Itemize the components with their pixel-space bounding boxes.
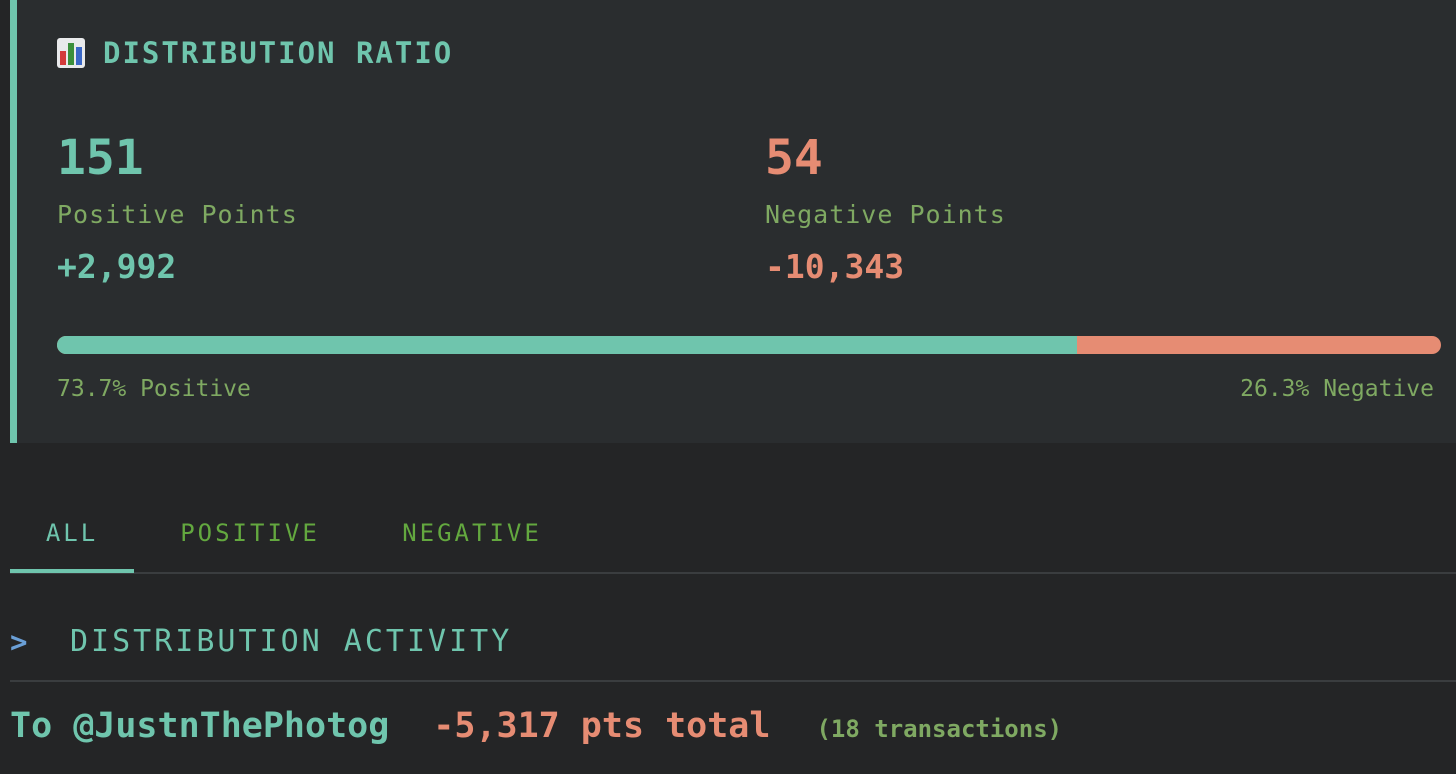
negative-stats: 54 Negative Points -10,343 xyxy=(765,128,1006,286)
positive-percent-label: 73.7% Positive xyxy=(57,376,251,402)
negative-label: Negative Points xyxy=(765,200,1006,229)
transaction-count: (18 transactions) xyxy=(816,715,1063,743)
positive-count: 151 xyxy=(57,130,144,186)
activity-section-header[interactable]: > DISTRIBUTION ACTIVITY xyxy=(10,620,1456,682)
distribution-ratio-card: DISTRIBUTION RATIO 151 Positive Points +… xyxy=(10,0,1456,443)
ratio-bar xyxy=(57,336,1441,354)
negative-count: 54 xyxy=(765,130,823,186)
tab-all[interactable]: ALL xyxy=(10,490,134,573)
positive-sum: +2,992 xyxy=(57,247,177,286)
filter-tabs: ALL POSITIVE NEGATIVE xyxy=(10,490,1456,574)
activity-row[interactable]: To @JustnThePhotog -5,317 pts total (18 … xyxy=(10,706,1062,746)
chevron-right-icon[interactable]: > xyxy=(10,620,70,664)
positive-stats: 151 Positive Points +2,992 xyxy=(57,128,298,286)
negative-sum: -10,343 xyxy=(765,247,905,286)
negative-percent-label: 26.3% Negative xyxy=(1240,376,1434,402)
bar-chart-icon xyxy=(57,38,85,68)
tab-negative[interactable]: NEGATIVE xyxy=(384,490,560,572)
recipient-name: To @JustnThePhotog xyxy=(10,706,390,746)
tab-positive[interactable]: POSITIVE xyxy=(162,490,338,572)
points-total: -5,317 pts total xyxy=(433,706,771,746)
ratio-bar-positive-fill xyxy=(57,336,1077,354)
positive-label: Positive Points xyxy=(57,200,298,229)
card-header: DISTRIBUTION RATIO xyxy=(57,36,453,70)
card-title: DISTRIBUTION RATIO xyxy=(103,36,454,70)
activity-title: DISTRIBUTION ACTIVITY xyxy=(70,624,513,659)
